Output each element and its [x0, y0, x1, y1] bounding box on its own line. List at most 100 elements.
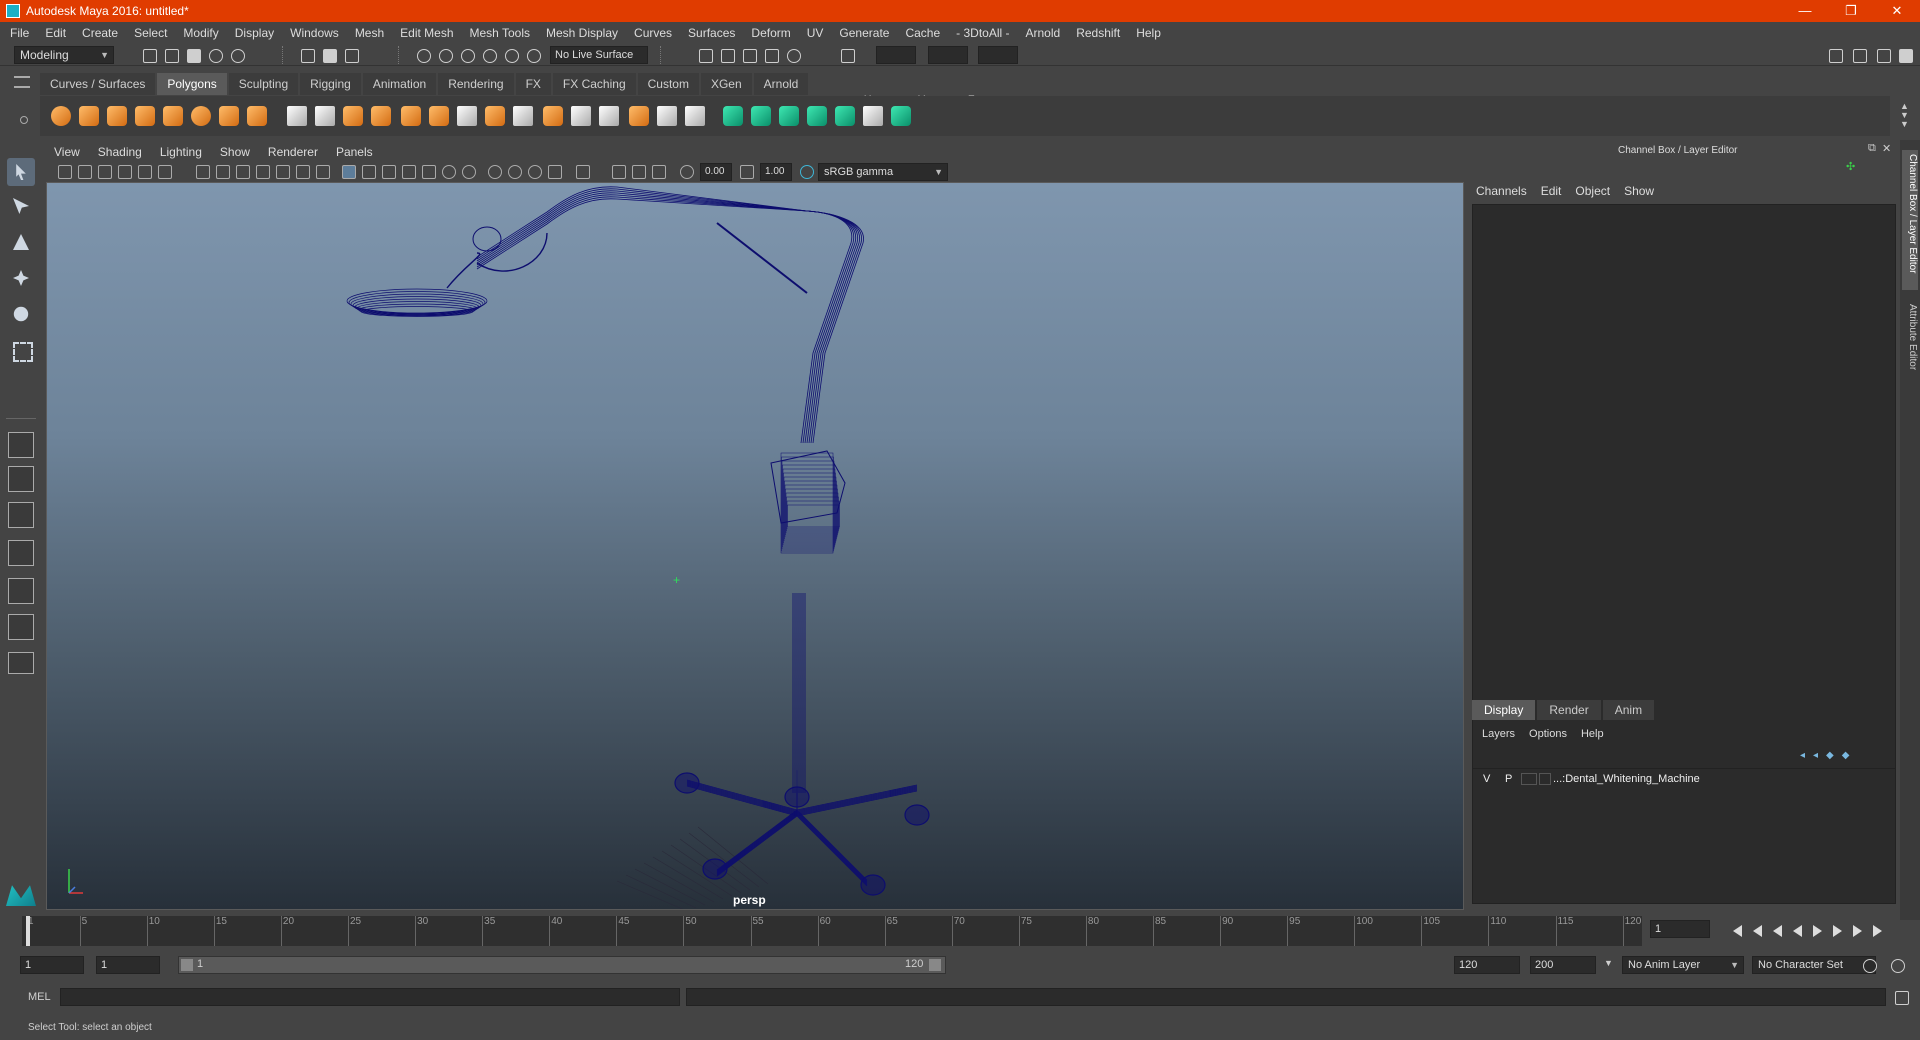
close-panel-icon[interactable]: ✕	[1882, 142, 1891, 155]
viewport-menu-shading[interactable]: Shading	[98, 145, 142, 159]
snap-point-icon[interactable]	[458, 46, 476, 64]
layer-color-swatch[interactable]	[1539, 773, 1551, 785]
backface-culling-icon[interactable]	[652, 165, 666, 179]
select-tool-icon[interactable]	[7, 158, 35, 186]
script-editor-icon[interactable]	[1892, 988, 1910, 1006]
menu-uv[interactable]: UV	[807, 26, 824, 40]
gate-mask-icon[interactable]	[256, 165, 270, 179]
xray-active-components-icon[interactable]	[632, 165, 646, 179]
menu-3dtoall[interactable]: - 3DtoAll -	[956, 26, 1009, 40]
poly-pipe-icon[interactable]	[244, 104, 270, 128]
command-language-label[interactable]: MEL	[28, 991, 51, 1003]
float-panel-icon[interactable]: ⧉	[1868, 142, 1876, 155]
layout-uv-icon[interactable]	[888, 104, 914, 128]
playback-start-field[interactable]: 1	[96, 956, 160, 974]
bridge-icon[interactable]	[510, 104, 536, 128]
perspective-viewport[interactable]: + persp	[46, 182, 1464, 910]
poly-sphere-icon[interactable]	[48, 104, 74, 128]
select-component-icon[interactable]	[342, 46, 360, 64]
channel-box-toggle-icon[interactable]	[1896, 46, 1914, 64]
viewport-menu-lighting[interactable]: Lighting	[160, 145, 202, 159]
xray-icon[interactable]	[422, 165, 436, 179]
menu-help[interactable]: Help	[1136, 26, 1161, 40]
2d-pan-zoom-icon[interactable]	[138, 165, 152, 179]
cb-menu-channels[interactable]: Channels	[1476, 184, 1527, 198]
snap-view-plane-icon[interactable]	[480, 46, 498, 64]
merge-icon[interactable]	[654, 104, 680, 128]
shelf-menu-icon[interactable]	[14, 76, 30, 88]
rotate-tool-icon[interactable]	[7, 300, 35, 328]
insert-edge-loop-icon[interactable]	[596, 104, 622, 128]
tab-curves-surfaces[interactable]: Curves / Surfaces	[40, 73, 156, 95]
tab-custom[interactable]: Custom	[637, 73, 699, 95]
color-space-dropdown[interactable]: sRGB gamma ▼	[818, 163, 948, 181]
redo-icon[interactable]	[228, 46, 246, 64]
step-back-key-icon[interactable]	[1750, 924, 1766, 938]
menu-windows[interactable]: Windows	[290, 26, 339, 40]
single-perspective-layout-icon[interactable]	[8, 432, 34, 458]
auto-key-icon[interactable]	[1860, 956, 1878, 974]
new-scene-icon[interactable]	[140, 46, 158, 64]
current-frame-field[interactable]: 1	[1650, 920, 1710, 938]
isolate-select-icon[interactable]	[576, 165, 590, 179]
persp-outliner-layout-icon[interactable]	[8, 502, 34, 528]
range-slider[interactable]: 1 120	[178, 956, 946, 974]
shadows-icon[interactable]	[462, 165, 476, 179]
bevel-icon[interactable]	[540, 104, 566, 128]
menu-curves[interactable]: Curves	[634, 26, 672, 40]
menu-edit-mesh[interactable]: Edit Mesh	[400, 26, 453, 40]
live-surface-field[interactable]: No Live Surface	[550, 46, 648, 64]
layout-more-icon[interactable]	[8, 652, 34, 674]
command-input[interactable]	[60, 988, 680, 1006]
gamma-field[interactable]: 1.00	[760, 163, 792, 181]
depth-of-field-icon[interactable]	[548, 165, 562, 179]
tab-fx[interactable]: FX	[515, 73, 551, 95]
open-scene-icon[interactable]	[162, 46, 180, 64]
smooth-shade-icon[interactable]	[362, 165, 376, 179]
chevron-down-icon[interactable]: ▼	[1604, 958, 1613, 968]
tab-attribute-editor[interactable]: Attribute Editor	[1902, 300, 1918, 390]
menu-create[interactable]: Create	[82, 26, 118, 40]
image-plane-icon[interactable]	[118, 165, 132, 179]
menu-arnold[interactable]: Arnold	[1026, 26, 1061, 40]
tab-rigging[interactable]: Rigging	[300, 73, 361, 95]
go-to-end-icon[interactable]	[1870, 924, 1886, 938]
lasso-tool-icon[interactable]	[7, 192, 35, 220]
tab-anim[interactable]: Anim	[1602, 700, 1655, 720]
xray-joints-icon[interactable]	[612, 165, 626, 179]
smooth-icon[interactable]	[368, 104, 394, 128]
cb-menu-object[interactable]: Object	[1575, 184, 1610, 198]
time-slider[interactable]: 1 5 10 15 20 25 30 35 40 45 50 55 60 65 70 75 80 85 90 95 10…	[22, 916, 1642, 946]
safe-action-icon[interactable]	[296, 165, 310, 179]
menu-surfaces[interactable]: Surfaces	[688, 26, 735, 40]
poly-torus-icon[interactable]	[188, 104, 214, 128]
range-start-handle[interactable]	[181, 959, 193, 971]
tab-animation[interactable]: Animation	[362, 73, 437, 95]
field-chart-icon[interactable]	[276, 165, 290, 179]
move-tool-icon[interactable]	[7, 264, 35, 292]
motion-blur-icon[interactable]	[508, 165, 522, 179]
render-settings-icon[interactable]	[762, 46, 780, 64]
viewport-menu-view[interactable]: View	[54, 145, 80, 159]
ipr-render-icon[interactable]	[740, 46, 758, 64]
use-all-lights-icon[interactable]	[442, 165, 456, 179]
restore-button[interactable]: ❐	[1828, 0, 1874, 22]
y-field[interactable]	[928, 46, 968, 64]
cb-menu-edit[interactable]: Edit	[1541, 184, 1562, 198]
make-live-icon[interactable]	[524, 46, 542, 64]
default-material-icon[interactable]	[382, 165, 396, 179]
mode-dropdown[interactable]: Modeling ▼	[14, 46, 114, 64]
select-object-icon[interactable]	[320, 46, 338, 64]
render-view-icon[interactable]	[696, 46, 714, 64]
unfold-uv-icon[interactable]	[832, 104, 858, 128]
anim-layer-dropdown[interactable]: No Anim Layer ▼	[1622, 956, 1744, 974]
multi-cut-icon[interactable]	[454, 104, 480, 128]
grease-pencil-icon[interactable]	[158, 165, 172, 179]
play-backwards-icon[interactable]	[1790, 924, 1806, 938]
layer-playback-toggle[interactable]: P	[1505, 773, 1512, 785]
color-management-icon[interactable]	[800, 165, 814, 179]
screen-space-ao-icon[interactable]	[488, 165, 502, 179]
layer-menu-layers[interactable]: Layers	[1482, 728, 1515, 740]
tab-arnold[interactable]: Arnold	[753, 73, 809, 95]
poly-cylinder-icon[interactable]	[104, 104, 130, 128]
